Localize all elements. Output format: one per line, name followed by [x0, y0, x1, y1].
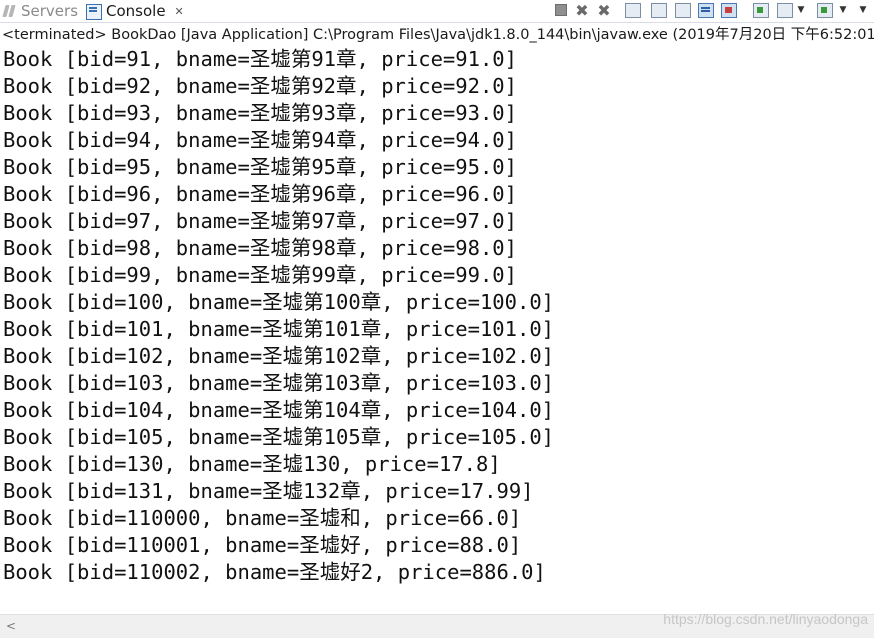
console-line: Book [bid=104, bname=圣墟第104章, price=104.… — [3, 398, 554, 422]
console-line: Book [bid=110000, bname=圣墟和, price=66.0] — [3, 506, 522, 530]
watermark-text: https://blog.csdn.net/linyaodonga — [663, 611, 868, 627]
console-line: Book [bid=110002, bname=圣墟好2, price=886.… — [3, 560, 546, 584]
scroll-left-arrow-icon[interactable]: < — [6, 619, 16, 633]
pin-console-icon[interactable] — [752, 0, 770, 20]
console-icon — [86, 3, 102, 20]
console-output[interactable]: Book [bid=91, bname=圣墟第91章, price=91.0] … — [0, 46, 874, 586]
open-console-icon[interactable] — [816, 0, 834, 20]
console-line: Book [bid=131, bname=圣墟132章, price=17.99… — [3, 479, 534, 503]
remove-launch-icon[interactable]: ✖ — [573, 0, 591, 20]
console-line: Book [bid=92, bname=圣墟第92章, price=92.0] — [3, 74, 517, 98]
show-on-stdout-icon[interactable] — [697, 0, 715, 20]
tab-servers[interactable]: Servers — [3, 0, 78, 22]
console-line: Book [bid=110001, bname=圣墟好, price=88.0] — [3, 533, 522, 557]
close-tab-icon[interactable]: ✕ — [175, 5, 184, 18]
console-line: Book [bid=103, bname=圣墟第103章, price=103.… — [3, 371, 554, 395]
tab-console[interactable]: Console ✕ — [86, 0, 184, 22]
console-line: Book [bid=100, bname=圣墟第100章, price=100.… — [3, 290, 554, 314]
scroll-lock-icon[interactable] — [650, 0, 668, 20]
view-menu-icon[interactable]: ▼ — [857, 0, 869, 20]
console-line: Book [bid=95, bname=圣墟第95章, price=95.0] — [3, 155, 517, 179]
terminate-icon[interactable] — [553, 0, 569, 20]
console-line: Book [bid=91, bname=圣墟第91章, price=91.0] — [3, 47, 517, 71]
tab-console-label: Console — [106, 2, 166, 20]
show-on-stderr-icon[interactable] — [720, 0, 738, 20]
console-line: Book [bid=99, bname=圣墟第99章, price=99.0] — [3, 263, 517, 287]
chevron-down-icon[interactable]: ▼ — [838, 0, 848, 20]
console-line: Book [bid=105, bname=圣墟第105章, price=105.… — [3, 425, 554, 449]
console-line: Book [bid=101, bname=圣墟第101章, price=101.… — [3, 317, 554, 341]
display-selected-console-icon[interactable] — [776, 0, 794, 20]
word-wrap-icon[interactable] — [674, 0, 692, 20]
servers-icon — [3, 4, 17, 18]
console-line: Book [bid=98, bname=圣墟第98章, price=98.0] — [3, 236, 517, 260]
console-line: Book [bid=130, bname=圣墟130, price=17.8] — [3, 452, 501, 476]
view-tab-bar: Servers Console ✕ ✖ ✖ ▼ ▼ ▼ — [0, 0, 874, 23]
console-line: Book [bid=102, bname=圣墟第102章, price=102.… — [3, 344, 554, 368]
console-line: Book [bid=93, bname=圣墟第93章, price=93.0] — [3, 101, 517, 125]
console-line: Book [bid=96, bname=圣墟第96章, price=96.0] — [3, 182, 517, 206]
console-status-line: <terminated> BookDao [Java Application] … — [2, 27, 874, 43]
console-line: Book [bid=94, bname=圣墟第94章, price=94.0] — [3, 128, 517, 152]
remove-all-icon[interactable]: ✖ — [595, 0, 613, 20]
clear-console-icon[interactable] — [624, 0, 642, 20]
console-line: Book [bid=97, bname=圣墟第97章, price=97.0] — [3, 209, 517, 233]
tab-servers-label: Servers — [21, 2, 79, 20]
chevron-down-icon[interactable]: ▼ — [796, 0, 806, 20]
